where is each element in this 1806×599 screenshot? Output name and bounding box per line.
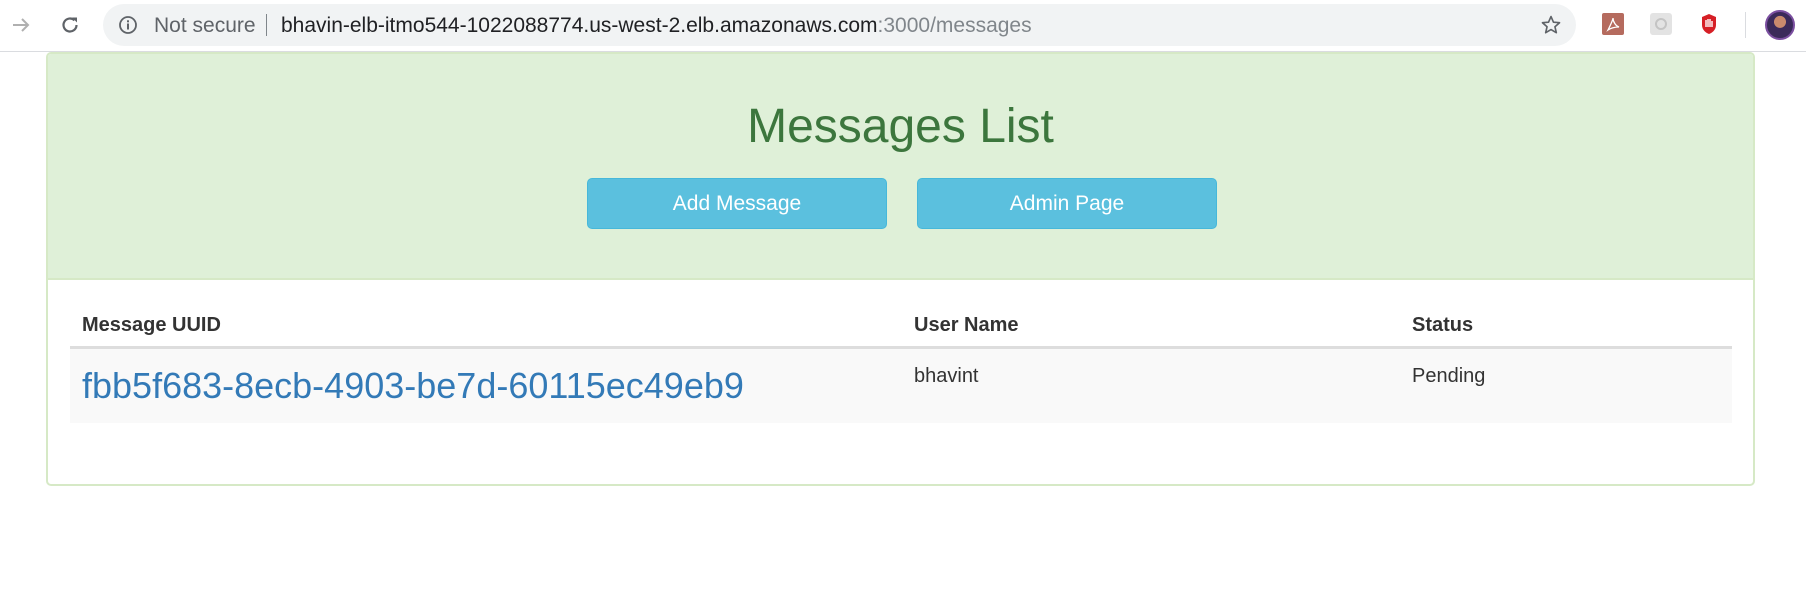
profile-divider [1745,12,1746,38]
browser-toolbar: Not secure bhavin-elb-itmo544-1022088774… [0,0,1806,52]
panel-body: Message UUID User Name Status fbb5f683-8… [48,298,1753,423]
url-text[interactable]: bhavin-elb-itmo544-1022088774.us-west-2.… [281,14,1032,37]
reload-icon [62,17,78,33]
user-name-cell: bhavint [902,347,1400,423]
reload-button[interactable] [53,8,87,42]
page-title: Messages List [747,100,1054,153]
url-path: :3000/messages [877,14,1032,37]
status-cell: Pending [1400,347,1732,423]
add-message-button[interactable]: Add Message [587,178,887,229]
messages-panel: Messages List Add Message Admin Page Mes… [46,52,1755,486]
header-message-uuid: Message UUID [70,298,902,349]
arrow-right-icon [13,18,30,32]
panel-heading: Messages List Add Message Admin Page [48,54,1753,280]
uuid-cell: fbb5f683-8ecb-4903-be7d-60115ec49eb9 [70,347,902,423]
security-label[interactable]: Not secure [154,15,256,36]
header-status: Status [1400,298,1732,349]
star-icon[interactable] [1540,14,1562,36]
omnibox-divider [266,14,267,36]
header-user-name: User Name [902,298,1400,349]
messages-table: Message UUID User Name Status fbb5f683-8… [70,298,1732,423]
back-button[interactable] [4,8,38,42]
pdf-glyph-icon [1606,17,1620,32]
admin-page-button[interactable]: Admin Page [917,178,1217,229]
message-uuid-link[interactable]: fbb5f683-8ecb-4903-be7d-60115ec49eb9 [82,365,744,406]
table-row: fbb5f683-8ecb-4903-be7d-60115ec49eb9 bha… [70,347,1732,423]
info-icon[interactable] [118,15,138,35]
red-hand-extension-icon[interactable] [1698,13,1720,35]
puzzle-glyph-icon [1655,18,1667,30]
address-bar[interactable]: Not secure bhavin-elb-itmo544-1022088774… [103,4,1576,46]
pdf-extension-icon[interactable] [1602,13,1624,35]
table-header-row: Message UUID User Name Status [70,298,1732,349]
gray-extension-icon[interactable] [1650,13,1672,35]
hand-glyph-icon [1702,14,1716,34]
url-host: bhavin-elb-itmo544-1022088774.us-west-2.… [281,14,878,37]
avatar[interactable] [1765,10,1795,40]
